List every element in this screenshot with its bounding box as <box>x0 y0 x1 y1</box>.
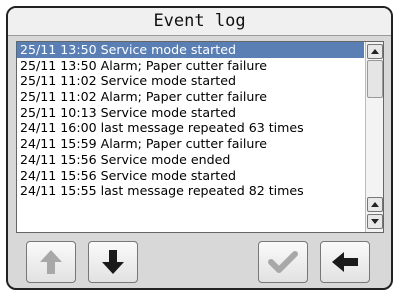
scrollbar[interactable] <box>365 42 383 232</box>
back-button[interactable] <box>320 241 370 283</box>
move-down-button[interactable] <box>88 241 138 283</box>
list-item[interactable]: 24/11 15:56 Service mode started <box>17 168 364 184</box>
arrow-down-icon <box>102 250 124 274</box>
event-log-list[interactable]: 25/11 13:50 Service mode started 25/11 1… <box>16 41 384 233</box>
list-item[interactable]: 25/11 11:02 Service mode started <box>17 73 364 89</box>
list-item[interactable]: 25/11 11:02 Alarm; Paper cutter failure <box>17 89 364 105</box>
triangle-down-icon <box>371 219 379 224</box>
list-item[interactable]: 24/11 15:59 Alarm; Paper cutter failure <box>17 136 364 152</box>
triangle-up-icon <box>371 49 379 54</box>
scrollbar-thumb[interactable] <box>367 60 383 98</box>
checkmark-icon <box>268 251 298 273</box>
list-item[interactable]: 24/11 15:55 last message repeated 82 tim… <box>17 183 364 199</box>
scroll-up-button[interactable] <box>367 44 383 59</box>
window-title: Event log <box>8 8 391 36</box>
list-item[interactable]: 24/11 15:56 Service mode ended <box>17 152 364 168</box>
triangle-up-icon <box>371 202 379 207</box>
list-item[interactable]: 24/11 16:00 last message repeated 63 tim… <box>17 120 364 136</box>
event-log-rows: 25/11 13:50 Service mode started 25/11 1… <box>17 42 364 199</box>
list-item[interactable]: 25/11 10:13 Service mode started <box>17 105 364 121</box>
page-up-button[interactable] <box>367 197 383 212</box>
arrow-up-icon <box>40 250 62 274</box>
list-item[interactable]: 25/11 13:50 Service mode started <box>17 42 364 58</box>
arrow-left-icon <box>332 252 358 272</box>
scroll-down-button[interactable] <box>367 214 383 229</box>
move-up-button[interactable] <box>26 241 76 283</box>
confirm-button[interactable] <box>258 241 308 283</box>
event-log-screen: Event log 25/11 13:50 Service mode start… <box>6 6 393 290</box>
list-item[interactable]: 25/11 13:50 Alarm; Paper cutter failure <box>17 58 364 74</box>
